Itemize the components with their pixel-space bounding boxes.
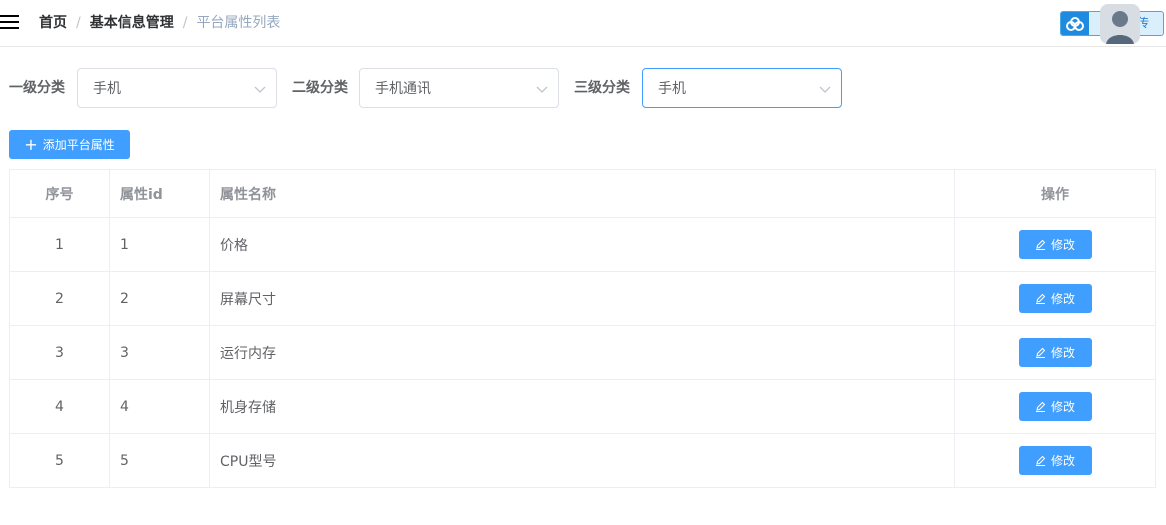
chevron-down-icon bbox=[254, 86, 266, 93]
hamburger-menu-icon[interactable] bbox=[0, 12, 20, 32]
row-index: 1 bbox=[10, 218, 110, 271]
row-actions: 修改 bbox=[955, 218, 1155, 271]
row-attr-id: 4 bbox=[110, 380, 210, 433]
level3-category-label: 三级分类 bbox=[574, 80, 630, 96]
chevron-down-icon bbox=[536, 86, 548, 93]
column-header-attr-id: 属性id bbox=[110, 170, 210, 217]
table-row: 2 2 屏幕尺寸 修改 bbox=[10, 272, 1155, 326]
top-navbar: 首页 / 基本信息管理 / 平台属性列表 拖拽上传 bbox=[0, 0, 1166, 47]
row-attr-name: 机身存储 bbox=[210, 380, 955, 433]
breadcrumb-current-page: 平台属性列表 bbox=[196, 15, 281, 31]
column-header-actions: 操作 bbox=[1041, 186, 1069, 203]
attribute-table: 序号 属性id 属性名称 操作 1 1 价格 修改 2 2 屏幕尺寸 修改 3 … bbox=[9, 169, 1156, 488]
table-row: 3 3 运行内存 修改 bbox=[10, 326, 1155, 380]
row-attr-id: 3 bbox=[110, 326, 210, 379]
level1-category-label: 一级分类 bbox=[9, 80, 65, 96]
edit-button-label: 修改 bbox=[1050, 346, 1075, 360]
level2-category-select[interactable]: 手机通讯 bbox=[359, 68, 559, 108]
column-header-attr-name: 属性名称 bbox=[210, 170, 955, 217]
row-index: 5 bbox=[10, 434, 110, 487]
level3-category-value: 手机 bbox=[658, 81, 686, 97]
row-attr-name: 价格 bbox=[210, 218, 955, 271]
level1-category-select[interactable]: 手机 bbox=[77, 68, 277, 108]
edit-pencil-icon bbox=[1035, 401, 1046, 412]
row-attr-name: CPU型号 bbox=[210, 434, 955, 487]
edit-pencil-icon bbox=[1035, 293, 1046, 304]
edit-button[interactable]: 修改 bbox=[1018, 284, 1092, 313]
add-platform-attribute-button[interactable]: + 添加平台属性 bbox=[9, 130, 130, 159]
edit-button-label: 修改 bbox=[1050, 238, 1075, 252]
row-index: 3 bbox=[10, 326, 110, 379]
row-attr-name: 运行内存 bbox=[210, 326, 955, 379]
row-actions: 修改 bbox=[955, 326, 1155, 379]
table-header-row: 序号 属性id 属性名称 操作 bbox=[10, 170, 1155, 218]
level2-category-value: 手机通讯 bbox=[375, 81, 431, 97]
user-avatar[interactable] bbox=[1100, 4, 1140, 44]
edit-button-label: 修改 bbox=[1050, 400, 1075, 414]
breadcrumb-separator: / bbox=[182, 15, 188, 31]
column-header-index: 序号 bbox=[10, 170, 110, 217]
table-row: 4 4 机身存储 修改 bbox=[10, 380, 1155, 434]
breadcrumb-basic-info[interactable]: 基本信息管理 bbox=[90, 14, 174, 32]
row-actions: 修改 bbox=[955, 434, 1155, 487]
edit-button[interactable]: 修改 bbox=[1018, 230, 1092, 259]
level1-category-value: 手机 bbox=[93, 81, 121, 97]
level3-category-select[interactable]: 手机 bbox=[642, 68, 842, 108]
add-platform-attribute-label: 添加平台属性 bbox=[42, 138, 115, 152]
plus-icon: + bbox=[24, 134, 38, 154]
level2-category-label: 二级分类 bbox=[292, 80, 348, 96]
row-attr-id: 1 bbox=[110, 218, 210, 271]
row-attr-id: 2 bbox=[110, 272, 210, 325]
table-row: 5 5 CPU型号 修改 bbox=[10, 434, 1155, 487]
breadcrumb: 首页 / 基本信息管理 / 平台属性列表 bbox=[39, 14, 280, 32]
row-index: 2 bbox=[10, 272, 110, 325]
row-attr-name: 屏幕尺寸 bbox=[210, 272, 955, 325]
breadcrumb-home[interactable]: 首页 bbox=[39, 14, 67, 32]
edit-button[interactable]: 修改 bbox=[1018, 392, 1092, 421]
edit-pencil-icon bbox=[1035, 347, 1046, 358]
edit-button-label: 修改 bbox=[1050, 292, 1075, 306]
edit-button[interactable]: 修改 bbox=[1018, 338, 1092, 367]
row-index: 4 bbox=[10, 380, 110, 433]
chevron-down-icon bbox=[819, 86, 831, 93]
row-attr-id: 5 bbox=[110, 434, 210, 487]
table-row: 1 1 价格 修改 bbox=[10, 218, 1155, 272]
cloud-logo-icon bbox=[1061, 12, 1089, 35]
edit-button-label: 修改 bbox=[1050, 454, 1075, 468]
row-actions: 修改 bbox=[955, 272, 1155, 325]
row-actions: 修改 bbox=[955, 380, 1155, 433]
edit-button[interactable]: 修改 bbox=[1018, 446, 1092, 475]
edit-pencil-icon bbox=[1035, 239, 1046, 250]
edit-pencil-icon bbox=[1035, 455, 1046, 466]
breadcrumb-separator: / bbox=[76, 15, 81, 31]
